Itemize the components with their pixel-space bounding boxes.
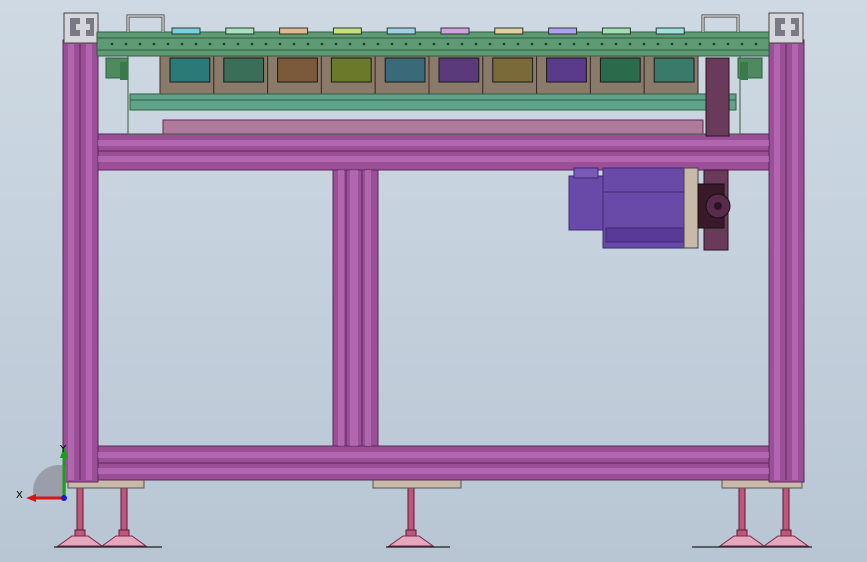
plate-hole [334, 42, 338, 46]
plate-hole [446, 42, 450, 46]
clip [548, 27, 578, 35]
plate-hole [418, 42, 422, 46]
leveling-feet [54, 485, 812, 548]
module-cell[interactable] [482, 55, 538, 95]
module-cell[interactable] [213, 55, 269, 95]
plate-hole [656, 42, 660, 46]
upright-left[interactable] [62, 39, 99, 483]
plate-hole [698, 42, 702, 46]
plate-hole [628, 42, 632, 46]
plate-hole [460, 42, 464, 46]
plate-hole [572, 42, 576, 46]
module-cell[interactable] [159, 55, 215, 95]
module-cell[interactable] [643, 55, 699, 95]
plate-hole [194, 42, 198, 46]
module-cell[interactable] [536, 55, 591, 95]
profile-cap-right [768, 12, 804, 44]
plate-hole [208, 42, 212, 46]
plate-hole [488, 42, 492, 46]
clip [279, 27, 309, 35]
plate-hole [558, 42, 562, 46]
module-row[interactable] [159, 55, 699, 95]
module-cell[interactable] [374, 55, 430, 95]
plate-hole [166, 42, 170, 46]
plate-hole [236, 42, 240, 46]
clip [655, 27, 685, 35]
plate-hole [152, 42, 156, 46]
plate-hole [320, 42, 324, 46]
plate-hole [250, 42, 254, 46]
leveling-foot [762, 485, 810, 547]
plate-hole [404, 42, 408, 46]
top-plate[interactable] [96, 31, 770, 57]
plate-hole [376, 42, 380, 46]
plate-hole [544, 42, 548, 46]
plate-hole [614, 42, 618, 46]
upper-crossbeam[interactable] [97, 133, 770, 171]
leveling-foot [387, 485, 435, 547]
clip [494, 27, 524, 35]
plate-hole [222, 42, 226, 46]
clip [386, 27, 416, 35]
plate-hole [390, 42, 394, 46]
center-post[interactable] [332, 169, 379, 447]
clip [171, 27, 201, 35]
plate-hole [474, 42, 478, 46]
leveling-foot [100, 485, 148, 547]
leveling-foot [56, 485, 104, 547]
clip [440, 27, 470, 35]
plate-hole [124, 42, 128, 46]
plate-hole [712, 42, 716, 46]
module-cell[interactable] [589, 55, 645, 95]
profile-cap-left [63, 12, 99, 44]
handle-right[interactable] [701, 14, 740, 32]
module-cell[interactable] [428, 55, 484, 95]
clip [225, 27, 255, 35]
plate-hole [264, 42, 268, 46]
graphics-viewport[interactable]: Y X [0, 0, 867, 562]
plate-hole [110, 42, 114, 46]
plate-hole [726, 42, 730, 46]
handle-left[interactable] [126, 14, 165, 32]
module-cell[interactable] [267, 55, 322, 95]
plate-hole [642, 42, 646, 46]
upright-right[interactable] [768, 39, 805, 483]
plate-hole [180, 42, 184, 46]
guide-rail[interactable] [129, 93, 737, 111]
plate-hole [516, 42, 520, 46]
plate-hole [306, 42, 310, 46]
plate-hole [362, 42, 366, 46]
plate-hole [292, 42, 296, 46]
plate-hole [348, 42, 352, 46]
assembly-model[interactable] [0, 0, 867, 562]
plate-hole [586, 42, 590, 46]
plate-hole [740, 42, 744, 46]
plate-hole [600, 42, 604, 46]
leveling-foot [718, 485, 766, 547]
module-cell[interactable] [320, 55, 376, 95]
plate-hole [278, 42, 282, 46]
plate-hole [754, 42, 758, 46]
plate-hole [502, 42, 506, 46]
clip [601, 27, 631, 35]
plate-hole [684, 42, 688, 46]
plate-hole [432, 42, 436, 46]
plate-hole [670, 42, 674, 46]
clip [332, 27, 362, 35]
lower-crossbeam[interactable] [97, 445, 770, 481]
base-plate-center [372, 479, 462, 489]
carriage-plate [162, 119, 704, 135]
plate-hole [530, 42, 534, 46]
sensor-right [740, 62, 748, 80]
sensor-left [120, 62, 128, 80]
plate-hole [138, 42, 142, 46]
